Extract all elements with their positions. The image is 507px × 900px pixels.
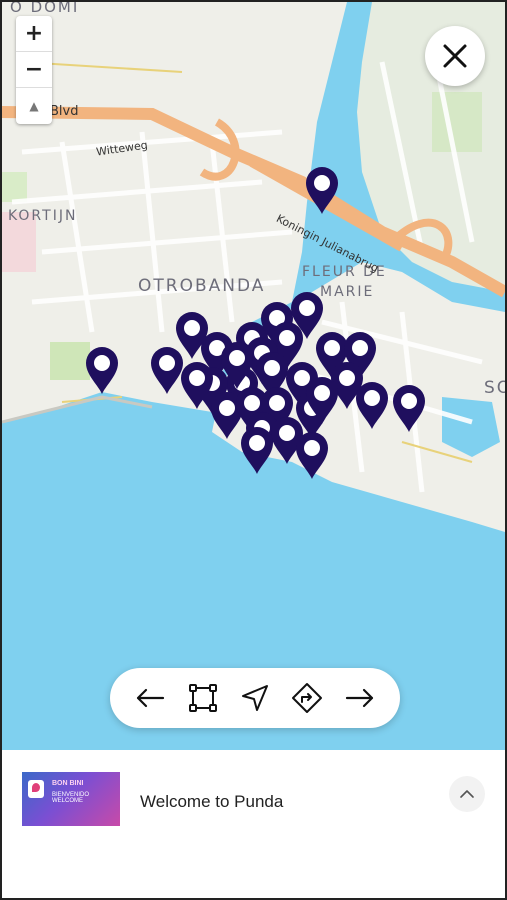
map-marker[interactable] xyxy=(354,380,390,430)
place-label-marie: MARIE xyxy=(320,284,375,300)
place-label-top: O DOMI xyxy=(10,2,80,16)
app-logo-icon xyxy=(28,780,44,798)
map-pin-icon xyxy=(306,167,338,214)
previous-button[interactable] xyxy=(130,678,170,718)
map-pin-icon xyxy=(393,385,425,432)
map-pin-icon xyxy=(86,347,118,394)
compass-button[interactable]: ▲ xyxy=(16,88,52,124)
next-button[interactable] xyxy=(340,678,380,718)
place-label-kortijn: KORTIJN xyxy=(8,208,78,224)
compass-icon: ▲ xyxy=(29,99,39,113)
arrow-right-icon xyxy=(345,688,373,708)
location-thumbnail: BON BINI BIENVENIDO WELCOME xyxy=(22,772,120,826)
map-pin-icon xyxy=(306,377,338,424)
navigation-icon xyxy=(241,685,268,711)
map-pin-icon xyxy=(296,432,328,479)
map-pin-icon xyxy=(221,342,253,389)
zoom-controls: + − ▲ xyxy=(16,16,52,124)
expand-panel-button[interactable] xyxy=(449,776,485,812)
map-marker[interactable] xyxy=(304,165,340,215)
my-location-button[interactable] xyxy=(235,678,275,718)
close-icon xyxy=(443,44,467,68)
thumbnail-subline: BIENVENIDO WELCOME xyxy=(52,792,90,804)
location-panel[interactable]: BON BINI BIENVENIDO WELCOME Welcome to P… xyxy=(2,750,505,898)
road-label-blvd: Blvd xyxy=(50,104,79,119)
map-view[interactable]: O DOMI KORTIJN OTROBANDA FLEUR DE MARIE … xyxy=(2,2,505,750)
map-pin-icon xyxy=(241,427,273,474)
place-label-so: SO xyxy=(484,378,505,398)
app-screen: O DOMI KORTIJN OTROBANDA FLEUR DE MARIE … xyxy=(0,0,507,900)
thumbnail-headline: BON BINI xyxy=(52,780,84,787)
fit-bounds-button[interactable] xyxy=(183,678,223,718)
bounding-box-icon xyxy=(188,684,217,712)
zoom-out-button[interactable]: − xyxy=(16,52,52,88)
directions-icon xyxy=(292,683,323,713)
arrow-left-icon xyxy=(137,688,165,708)
map-pin-icon xyxy=(356,382,388,429)
map-marker[interactable] xyxy=(304,375,340,425)
place-label-otrobanda: OTROBANDA xyxy=(138,276,266,296)
map-pin-icon xyxy=(181,362,213,409)
map-marker[interactable] xyxy=(219,340,255,390)
location-title: Welcome to Punda xyxy=(140,792,284,811)
map-marker[interactable] xyxy=(239,425,275,475)
directions-button[interactable] xyxy=(287,678,327,718)
zoom-in-button[interactable]: + xyxy=(16,16,52,52)
chevron-up-icon xyxy=(460,790,474,798)
map-marker[interactable] xyxy=(84,345,120,395)
close-button[interactable] xyxy=(425,26,485,86)
map-marker[interactable] xyxy=(179,360,215,410)
map-toolbar xyxy=(110,668,400,728)
map-marker[interactable] xyxy=(294,430,330,480)
map-marker[interactable] xyxy=(391,383,427,433)
